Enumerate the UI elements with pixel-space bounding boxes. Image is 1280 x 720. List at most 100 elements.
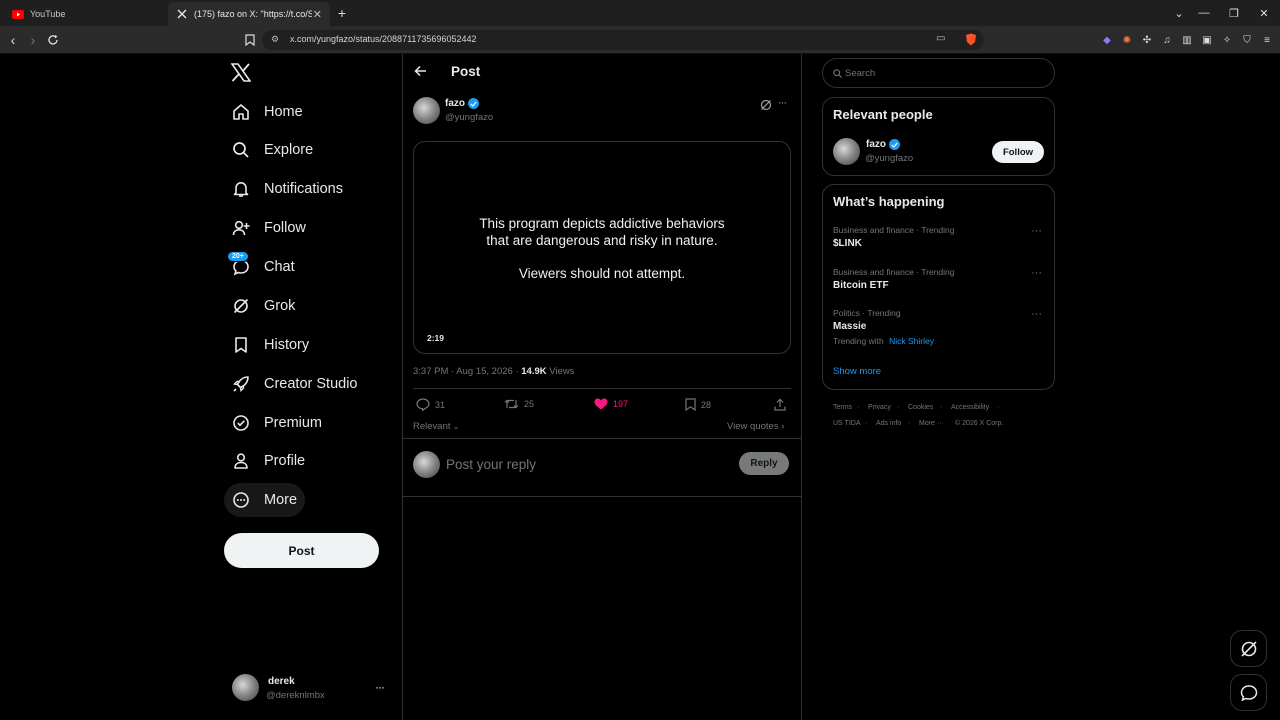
sidebar-item-label: Creator Studio [264, 376, 358, 392]
trend-meta: Business and finance · Trending [833, 225, 955, 235]
divider [413, 388, 791, 389]
reload-button[interactable] [44, 31, 62, 49]
close-tab-icon[interactable]: ✕ [313, 8, 322, 21]
footer-terms[interactable]: Terms [833, 404, 852, 411]
video-player[interactable]: This program depicts addictive behaviors… [413, 141, 791, 354]
back-arrow-icon[interactable] [414, 65, 427, 77]
sidebar-item-label: Home [264, 104, 303, 120]
sidebar-item-history[interactable]: History [224, 328, 317, 362]
post-timestamp[interactable]: 3:37 PM · Aug 15, 2026 · [413, 366, 521, 377]
sidebar-item-label: Grok [264, 298, 296, 314]
share-button[interactable] [774, 398, 791, 411]
sidebar-item-profile[interactable]: Profile [224, 444, 313, 478]
footer-more[interactable]: More ··· [919, 420, 944, 427]
account-switcher[interactable]: derek @dereknlmbx ··· [224, 668, 400, 708]
extension-icon[interactable]: ◆ [1100, 33, 1114, 47]
person-handle: @yungfazo [865, 153, 914, 164]
author-name-row[interactable]: fazo [445, 98, 479, 109]
footer-separator: · [997, 404, 1000, 411]
divider [403, 496, 801, 497]
cast-icon[interactable]: ▭ [936, 33, 945, 44]
trend-with-link[interactable]: Nick Shirley [889, 336, 934, 346]
footer-cookies[interactable]: Cookies [908, 404, 933, 411]
author-name: fazo [445, 98, 465, 109]
like-button[interactable]: 197 [594, 398, 628, 410]
back-button[interactable]: ‹ [4, 31, 22, 49]
tab-youtube[interactable]: YouTube [4, 2, 166, 26]
sidebar-item-label: Chat [264, 259, 295, 275]
url-text: x.com/yungfazo/status/208871173569605244… [290, 34, 477, 44]
vpn-shield-icon[interactable]: ⛉ [1240, 33, 1254, 47]
sidebar-item-premium[interactable]: Premium [224, 406, 330, 440]
footer-ads[interactable]: Ads info [876, 420, 901, 427]
sidebar-item-chat[interactable]: 20+ Chat [224, 250, 303, 284]
trend-more-icon[interactable]: ··· [1031, 308, 1042, 320]
sort-replies-dropdown[interactable]: Relevant ⌄ [413, 421, 459, 432]
post-more-icon[interactable]: ··· [778, 97, 787, 109]
grok-fab-button[interactable] [1230, 630, 1267, 667]
bookmark-button[interactable]: 28 [685, 398, 711, 411]
leo-ai-icon[interactable]: ✧ [1220, 33, 1234, 47]
post-button[interactable]: Post [224, 533, 379, 568]
person-name-row[interactable]: fazo [866, 139, 900, 150]
sidebar-item-more[interactable]: More [224, 483, 306, 517]
site-info-icon[interactable]: ⚙ [271, 34, 279, 45]
sidebar-item-creator-studio[interactable]: Creator Studio [224, 367, 366, 401]
sidebar-item-label: History [264, 337, 310, 353]
author-avatar[interactable] [413, 97, 440, 124]
tab-x-post[interactable]: (175) fazo on X: "https://t.co/S7f ✕ [168, 2, 330, 26]
video-warning-line: Viewers should not attempt. [518, 266, 686, 281]
more-dots-icon[interactable]: ··· [375, 680, 385, 694]
grok-explain-icon[interactable] [760, 99, 772, 111]
person-avatar[interactable] [833, 138, 860, 165]
footer-region[interactable]: US TIDA [833, 420, 861, 427]
puzzle-extensions-icon[interactable]: ✣ [1140, 33, 1154, 47]
heart-filled-icon [594, 398, 608, 410]
trend-more-icon[interactable]: ··· [1031, 267, 1042, 279]
sort-label: Relevant [413, 421, 451, 432]
divider [403, 438, 801, 439]
bookmark-page-icon[interactable] [241, 31, 259, 49]
trend-more-icon[interactable]: ··· [1031, 225, 1042, 237]
extension-icon[interactable]: ✺ [1120, 33, 1134, 47]
footer-separator: · [857, 404, 860, 411]
sidebar-item-explore[interactable]: Explore [224, 133, 321, 167]
wallet-icon[interactable]: ▣ [1200, 33, 1214, 47]
footer-separator: · [897, 404, 900, 411]
minimize-button[interactable]: — [1190, 0, 1218, 26]
sidebar-toggle-icon[interactable]: ▥ [1180, 33, 1194, 47]
search-input[interactable] [845, 66, 1045, 80]
reply-input[interactable] [446, 454, 726, 474]
new-tab-button[interactable]: + [328, 0, 356, 26]
tab-list-chevron-icon[interactable]: ⌄ [1165, 0, 1193, 26]
footer-separator: · [940, 404, 943, 411]
view-quotes-link[interactable]: View quotes › [727, 421, 784, 432]
sidebar-item-notifications[interactable]: Notifications [224, 172, 351, 206]
footer-separator: · [908, 420, 911, 427]
footer-separator: · [865, 420, 868, 427]
close-window-button[interactable]: ✕ [1250, 0, 1278, 26]
maximize-button[interactable]: ❐ [1220, 0, 1248, 26]
repost-button[interactable]: 25 [504, 398, 534, 410]
show-more-link[interactable]: Show more [833, 366, 881, 377]
reply-button[interactable]: Reply [739, 452, 789, 475]
messages-fab-button[interactable] [1230, 674, 1267, 711]
sidebar-item-home[interactable]: Home [224, 95, 311, 129]
footer-accessibility[interactable]: Accessibility [951, 404, 989, 411]
brave-shield-icon[interactable] [965, 33, 977, 46]
x-logo-icon[interactable] [231, 63, 251, 82]
footer-privacy[interactable]: Privacy [868, 404, 891, 411]
repost-count: 25 [524, 399, 535, 409]
media-music-icon[interactable]: ♫ [1160, 33, 1174, 47]
menu-icon[interactable]: ≡ [1260, 33, 1274, 47]
follow-button[interactable]: Follow [992, 141, 1044, 163]
more-circle-icon [232, 491, 250, 509]
reply-button[interactable]: 31 [416, 398, 445, 411]
search-bar[interactable] [822, 58, 1055, 88]
search-icon [232, 141, 250, 159]
reply-icon [416, 398, 430, 411]
url-field[interactable]: ⚙ x.com/yungfazo/status/2088711735696052… [262, 30, 984, 50]
sidebar-item-follow[interactable]: Follow [224, 211, 314, 245]
forward-button[interactable]: › [24, 31, 42, 49]
sidebar-item-grok[interactable]: Grok [224, 289, 303, 323]
